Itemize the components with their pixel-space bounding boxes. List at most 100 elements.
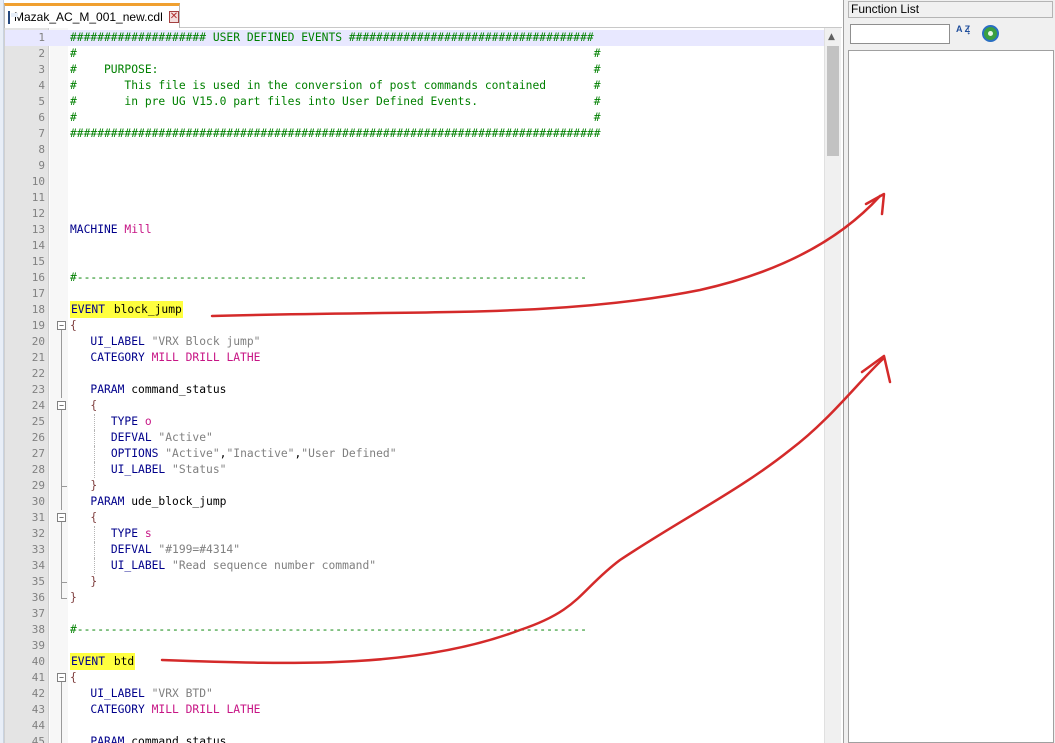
code-line[interactable]: 42 UI_LABEL "VRX BTD" [5,686,825,702]
code-line[interactable]: 29 } [5,478,825,494]
refresh-icon[interactable] [982,25,999,42]
fold-toggle-icon[interactable]: − [57,321,66,330]
code-line[interactable]: 6 # # [5,110,825,126]
line-number: 7 [38,127,45,140]
code-line[interactable]: 40 EVENT btd [5,653,825,670]
code-text: CATEGORY MILL DRILL LATHE [70,702,260,718]
code-line[interactable]: 20 UI_LABEL "VRX Block jump" [5,334,825,350]
code-line[interactable]: 30 PARAM ude_block_jump [5,494,825,510]
code-token: DEFVAL [110,543,159,556]
code-text: # # [70,110,601,126]
code-token: #---------------------------------------… [70,271,587,284]
file-tab[interactable]: Mazak_AC_M_001_new.cdl ✕ [4,3,180,28]
fold-toggle-icon[interactable]: − [57,673,66,682]
code-line[interactable]: 1 #################### USER DEFINED EVENT… [5,30,825,46]
line-number: 33 [31,543,45,556]
line-number: 28 [31,463,45,476]
code-line[interactable]: 35 } [5,574,825,590]
code-line[interactable]: 5 # in pre UG V15.0 part files into User … [5,94,825,110]
fold-guide [61,382,62,398]
panel-title: Function List [848,1,1053,18]
code-line[interactable]: 31 − { [5,510,825,526]
code-line[interactable]: 36} [5,590,825,606]
line-number: 19 [31,319,45,332]
code-line[interactable]: 24 − { [5,398,825,414]
code-line[interactable]: 43 CATEGORY MILL DRILL LATHE [5,702,825,718]
code-line[interactable]: 10 [5,174,825,190]
code-token: ########################################… [70,127,601,140]
code-line[interactable]: 21 CATEGORY MILL DRILL LATHE [5,350,825,366]
sort-az-icon[interactable]: A Z ↓ [956,25,974,43]
code-line[interactable]: 3 # PURPOSE: # [5,62,825,78]
code-token: Mill [124,223,152,236]
line-number: 32 [31,527,45,540]
code-line[interactable]: 37 [5,606,825,622]
code-line[interactable]: 41 −{ [5,670,825,686]
function-list-tree[interactable] [848,50,1054,743]
code-line[interactable]: 2 # # [5,46,825,62]
function-search-input[interactable] [850,24,950,44]
code-line[interactable]: 9 [5,158,825,174]
line-number: 15 [31,255,45,268]
code-line[interactable]: 12 [5,206,825,222]
code-line[interactable]: 11 [5,190,825,206]
code-token: "Inactive" [226,447,295,460]
code-token: MILL DRILL LATHE [151,351,261,364]
code-line[interactable]: 19 −{ [5,318,825,334]
code-text: UI_LABEL "VRX BTD" [70,686,213,702]
fold-guide [61,446,62,462]
code-line[interactable]: 32 TYPE s [5,526,825,542]
code-line[interactable]: 38 #-------------------------------------… [5,622,825,638]
code-line[interactable]: 44 [5,718,825,734]
code-line[interactable]: 13 MACHINE Mill [5,222,825,238]
code-editor[interactable]: 1 #################### USER DEFINED EVENT… [4,28,842,743]
fold-guide [61,334,62,350]
code-line[interactable]: 39 [5,638,825,654]
code-line[interactable]: 14 [5,238,825,254]
fold-toggle-icon[interactable]: − [57,513,66,522]
line-number: 14 [31,239,45,252]
vertical-scrollbar[interactable]: ▲ [824,28,841,743]
code-line[interactable]: 22 [5,366,825,382]
code-line[interactable]: 18 EVENT block_jump [5,301,825,318]
code-line[interactable]: 27 OPTIONS "Active","Inactive","User Def… [5,446,825,462]
code-line[interactable]: 33 DEFVAL "#199=#4314" [5,542,825,558]
code-text: PARAM command_status [70,734,226,743]
code-line[interactable]: 26 DEFVAL "Active" [5,430,825,446]
code-token: "VRX BTD" [151,687,213,700]
code-line[interactable]: 23 PARAM command_status [5,382,825,398]
code-token: #################### USER DEFINED EVENTS… [70,31,594,44]
code-lines: 1 #################### USER DEFINED EVENT… [5,30,825,743]
code-token: # in pre UG V15.0 part files into User D… [70,95,601,108]
fold-toggle-icon[interactable]: − [57,401,66,410]
code-text: PARAM command_status [70,382,226,398]
code-line[interactable]: 16 #-------------------------------------… [5,270,825,286]
line-number: 16 [31,271,45,284]
close-icon[interactable]: ✕ [168,11,180,23]
code-token: } [90,479,98,492]
scroll-up-icon[interactable]: ▲ [828,32,835,42]
code-line[interactable]: 8 [5,142,825,158]
code-line[interactable]: 4 # This file is used in the conversion o… [5,78,825,94]
code-token: CATEGORY [90,703,152,716]
code-token: } [70,591,77,604]
scrollbar-thumb[interactable] [827,46,839,156]
code-text: TYPE s [70,526,152,542]
code-line[interactable]: 15 [5,254,825,270]
code-line[interactable]: 45 PARAM command_status [5,734,825,743]
code-line[interactable]: 7 #######################################… [5,126,825,142]
code-line[interactable]: 25 TYPE o [5,414,825,430]
fold-guide [61,686,62,702]
code-line[interactable]: 17 [5,286,825,302]
fold-end-marker [61,590,67,599]
code-text: # in pre UG V15.0 part files into User D… [70,94,601,110]
code-token: s [144,527,152,540]
code-line[interactable]: 28 UI_LABEL "Status" [5,462,825,478]
code-line[interactable]: 34 UI_LABEL "Read sequence number comman… [5,558,825,574]
